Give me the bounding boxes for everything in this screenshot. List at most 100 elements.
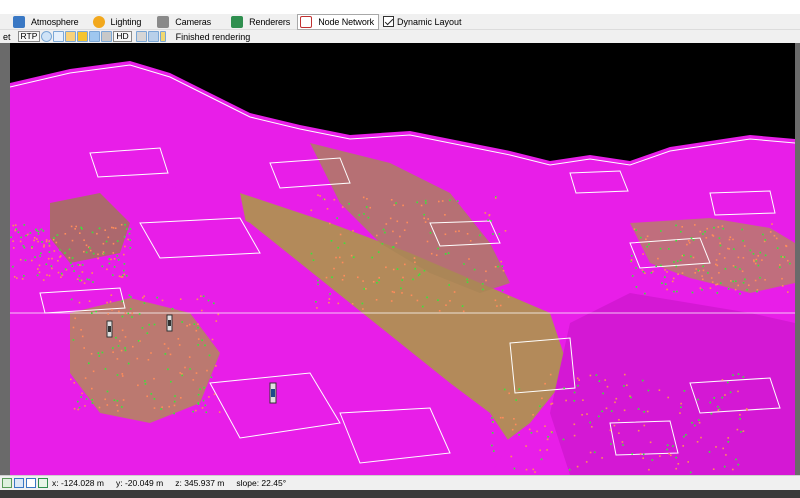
vegetation-dot — [402, 204, 404, 207]
vegetation-dot — [539, 449, 541, 452]
vegetation-dot — [199, 388, 201, 390]
vegetation-dot — [385, 223, 388, 225]
vegetation-dot — [146, 395, 148, 398]
vegetation-dot — [453, 291, 456, 293]
refresh-icon[interactable] — [2, 478, 12, 488]
vegetation-dot — [376, 234, 378, 237]
vegetation-dot — [369, 206, 371, 209]
globe-icon[interactable] — [41, 31, 53, 42]
vegetation-dot — [734, 288, 737, 291]
vegetation-dot — [79, 279, 81, 282]
vegetation-dot — [208, 354, 211, 357]
vegetation-dot — [395, 242, 398, 244]
vegetation-dot — [73, 407, 76, 410]
vegetation-dot — [727, 247, 729, 250]
tab-cameras[interactable]: Cameras — [154, 14, 216, 30]
vegetation-dot — [776, 247, 779, 249]
filter-icon[interactable] — [77, 31, 89, 42]
vegetation-dot — [536, 430, 538, 433]
camera-view-icon[interactable] — [14, 478, 24, 488]
vegetation-dot — [707, 272, 709, 274]
vegetation-dot — [70, 262, 72, 264]
tab-renderers[interactable]: Renderers — [228, 14, 295, 30]
tab-atmosphere[interactable]: Atmosphere — [10, 14, 84, 30]
vegetation-dot — [449, 199, 451, 202]
vegetation-dot — [17, 231, 20, 234]
vegetation-dot — [110, 294, 113, 296]
tab-atmosphere-label: Atmosphere — [31, 16, 79, 27]
right-slope — [550, 293, 795, 475]
vegetation-dot — [715, 259, 718, 261]
vegetation-dot — [71, 239, 74, 242]
vegetation-dot — [68, 256, 71, 259]
vegetation-dot — [466, 233, 469, 235]
rtp-button[interactable]: RTP — [17, 31, 41, 42]
vegetation-dot — [589, 374, 592, 377]
brush-icon[interactable] — [135, 31, 147, 42]
vegetation-dot — [643, 411, 645, 413]
vegetation-dot — [737, 373, 740, 375]
render-toolbar: et RTP HD Finished rendering — [0, 30, 800, 43]
vegetation-dot — [643, 424, 646, 427]
vegetation-dot — [372, 281, 375, 283]
vegetation-dot — [141, 327, 144, 329]
vegetation-dot — [722, 447, 724, 450]
vegetation-dot — [666, 271, 668, 273]
vegetation-dot — [449, 300, 451, 302]
vegetation-dot — [96, 232, 98, 235]
vegetation-dot — [513, 467, 516, 470]
vegetation-dot — [68, 248, 71, 251]
vegetation-dot — [23, 224, 26, 226]
cloud-icon[interactable] — [53, 31, 65, 42]
vegetation-dot — [675, 467, 677, 470]
tab-node-network[interactable]: Node Network — [297, 13, 380, 30]
vegetation-dot — [317, 283, 319, 286]
vegetation-dot — [180, 397, 182, 399]
vegetation-dot — [739, 418, 741, 420]
3d-viewport[interactable] — [10, 43, 795, 475]
vegetation-dot — [727, 381, 729, 384]
vegetation-dot — [98, 406, 101, 409]
vegetation-dot — [402, 276, 404, 279]
vegetation-dot — [92, 252, 95, 255]
vegetation-dot — [85, 398, 88, 400]
vegetation-dot — [13, 276, 16, 278]
tab-lighting[interactable]: Lighting — [90, 14, 147, 30]
vegetation-dot — [637, 429, 640, 432]
grid-icon[interactable] — [26, 478, 36, 488]
vegetation-dot — [717, 409, 720, 412]
vegetation-dot — [497, 265, 499, 268]
vegetation-dot — [339, 256, 341, 259]
vegetation-dot — [736, 428, 739, 431]
map-icon[interactable] — [38, 478, 48, 488]
vegetation-dot — [73, 382, 76, 384]
vegetation-dot — [91, 272, 93, 274]
vegetation-dot — [45, 263, 48, 266]
vegetation-dot — [108, 262, 111, 265]
vegetation-dot — [59, 249, 61, 251]
crop-icon[interactable] — [147, 31, 159, 42]
sun-small-icon[interactable] — [65, 31, 77, 42]
vegetation-dot — [88, 278, 91, 281]
vegetation-dot — [333, 198, 336, 201]
image-icon[interactable] — [101, 31, 113, 42]
vegetation-dot — [742, 376, 745, 378]
vegetation-dot — [518, 388, 521, 390]
vegetation-dot — [706, 227, 708, 230]
vegetation-dot — [614, 401, 616, 404]
layers-icon[interactable] — [89, 31, 101, 42]
vegetation-dot — [732, 280, 734, 283]
vegetation-dot — [12, 265, 14, 268]
vegetation-dot — [781, 285, 784, 287]
dynamic-layout-checkbox[interactable] — [383, 16, 395, 27]
vegetation-dot — [694, 424, 696, 427]
vegetation-dot — [217, 313, 220, 316]
vegetation-dot — [609, 429, 612, 432]
vegetation-dot — [337, 246, 339, 249]
lock-icon[interactable] — [159, 31, 166, 42]
vegetation-dot — [700, 436, 702, 439]
vegetation-dot — [779, 266, 781, 268]
hd-button[interactable]: HD — [113, 31, 132, 42]
vegetation-dot — [363, 213, 365, 215]
vegetation-dot — [701, 289, 703, 291]
